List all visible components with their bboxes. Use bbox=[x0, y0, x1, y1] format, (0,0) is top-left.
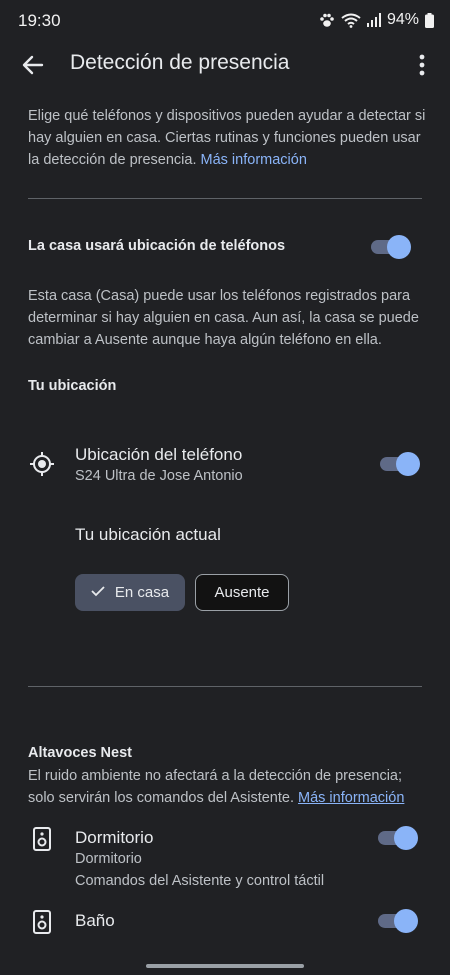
battery-text: 94% bbox=[386, 11, 419, 28]
intro-more-info-link[interactable]: Más información bbox=[201, 152, 307, 168]
nest-more-info-link[interactable]: Más información bbox=[298, 790, 404, 806]
phone-location-title[interactable]: Ubicación del teléfono bbox=[75, 445, 242, 465]
divider bbox=[28, 198, 422, 199]
home-button[interactable]: En casa bbox=[75, 574, 185, 611]
home-button-label: En casa bbox=[114, 584, 170, 601]
more-vert-icon bbox=[419, 54, 425, 81]
phone-location-toggle[interactable] bbox=[380, 452, 420, 476]
check-icon bbox=[91, 584, 105, 601]
speaker-icon bbox=[33, 827, 51, 856]
signal-icon bbox=[366, 13, 381, 27]
status-icons: 94% bbox=[319, 11, 434, 29]
away-button[interactable]: Ausente bbox=[195, 574, 289, 611]
phones-setting-description: Esta casa (Casa) puede usar los teléfono… bbox=[28, 288, 419, 348]
toggle-thumb bbox=[394, 909, 418, 933]
home-indicator[interactable] bbox=[146, 964, 304, 968]
battery-icon bbox=[425, 12, 434, 28]
location-target-icon bbox=[29, 451, 55, 482]
phones-setting-title: La casa usará ubicación de teléfonos bbox=[28, 238, 286, 254]
back-button[interactable] bbox=[16, 50, 50, 84]
phone-location-subtitle: S24 Ultra de Jose Antonio bbox=[75, 468, 243, 484]
divider bbox=[28, 686, 422, 687]
wifi-icon bbox=[341, 13, 361, 28]
status-time: 19:30 bbox=[18, 11, 61, 30]
back-arrow-icon bbox=[22, 54, 44, 81]
intro-paragraph: Elige qué teléfonos y dispositivos puede… bbox=[28, 105, 428, 171]
away-button-label: Ausente bbox=[214, 584, 270, 601]
current-location-label: Tu ubicación actual bbox=[75, 525, 221, 544]
more-options-button[interactable] bbox=[412, 50, 432, 84]
speaker-detail: Comandos del Asistente y control táctil bbox=[75, 873, 325, 889]
speaker-icon bbox=[33, 910, 51, 939]
speaker-title[interactable]: Dormitorio bbox=[75, 828, 153, 848]
speaker-title[interactable]: Baño bbox=[75, 911, 115, 931]
nest-speakers-title: Altavoces Nest bbox=[28, 745, 132, 761]
toggle-thumb bbox=[387, 235, 411, 259]
nest-speakers-description: El ruido ambiente no afectará a la detec… bbox=[28, 765, 428, 809]
toggle-thumb bbox=[394, 826, 418, 850]
toggle-thumb bbox=[396, 452, 420, 476]
speaker-toggle-bano[interactable] bbox=[378, 909, 418, 933]
page-title: Detección de presencia bbox=[70, 51, 290, 74]
phones-setting-toggle[interactable] bbox=[371, 235, 411, 259]
status-bar: 19:30 94% bbox=[0, 0, 450, 44]
your-location-title: Tu ubicación bbox=[28, 378, 117, 394]
paw-icon bbox=[319, 13, 335, 28]
speaker-toggle-dormitorio[interactable] bbox=[378, 826, 418, 850]
speaker-room: Dormitorio bbox=[75, 851, 142, 867]
